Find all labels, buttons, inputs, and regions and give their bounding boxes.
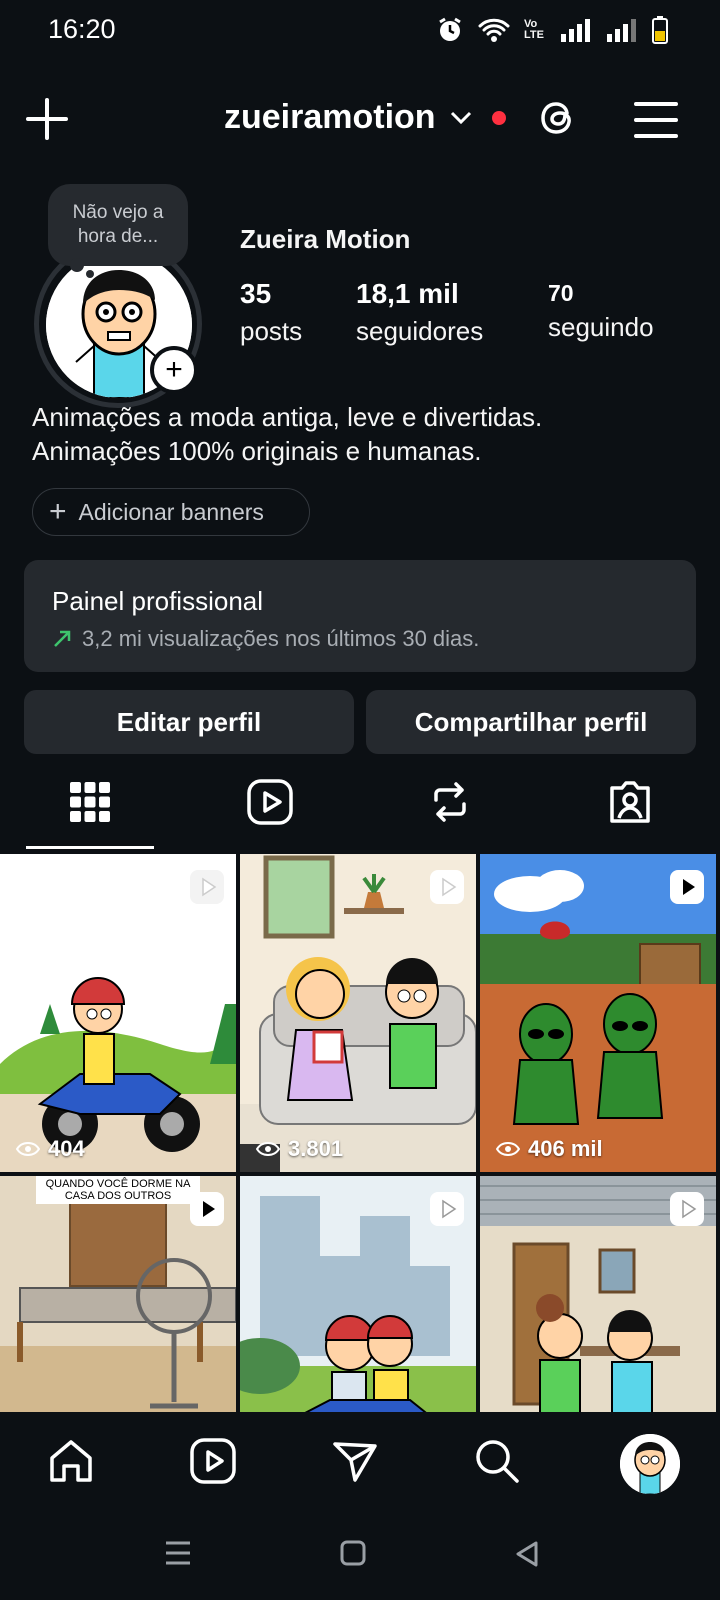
signal-icon bbox=[561, 19, 590, 42]
active-tab-indicator bbox=[26, 846, 154, 849]
view-count: 404 bbox=[16, 1136, 85, 1162]
status-icons: Vo LTE bbox=[436, 16, 668, 44]
posts-label[interactable]: posts bbox=[240, 316, 302, 347]
pro-panel-subtitle: 3,2 mi visualizações nos últimos 30 dias… bbox=[52, 626, 479, 652]
view-count: 406 mil bbox=[496, 1136, 603, 1162]
reel-icon bbox=[670, 1192, 704, 1226]
notification-dot bbox=[491, 110, 506, 125]
view-count: 3.801 bbox=[256, 1136, 343, 1162]
plus-icon: + bbox=[49, 495, 67, 528]
following-count[interactable]: 70 bbox=[548, 280, 574, 307]
signal-icon-2 bbox=[607, 19, 636, 42]
volte-label: Vo LTE bbox=[524, 18, 544, 41]
bio: Animações a moda antiga, leve e divertid… bbox=[32, 400, 542, 468]
create-plus-icon[interactable] bbox=[24, 96, 70, 142]
post-overlay-text: QUANDO VOCÊ DORME NA CASA DOS OUTROS bbox=[45, 1178, 191, 1202]
note-text: Não vejo a hora de... bbox=[72, 202, 164, 247]
eye-icon bbox=[496, 1142, 520, 1156]
note-tail-small bbox=[86, 270, 94, 278]
search-icon[interactable] bbox=[472, 1436, 522, 1486]
bio-line: Animações a moda antiga, leve e divertid… bbox=[32, 402, 543, 432]
back-icon[interactable] bbox=[514, 1540, 540, 1568]
posts-count[interactable]: 35 bbox=[240, 278, 271, 310]
edit-profile-button[interactable]: Editar perfil bbox=[24, 690, 354, 754]
note-bubble[interactable]: Não vejo a hora de... bbox=[48, 184, 188, 266]
reel-icon bbox=[190, 870, 224, 904]
grid-post[interactable]: 406 mil bbox=[480, 854, 716, 1172]
eye-icon bbox=[16, 1142, 40, 1156]
threads-icon[interactable] bbox=[536, 96, 580, 140]
recent-apps-icon[interactable] bbox=[164, 1540, 192, 1566]
trend-up-icon bbox=[54, 630, 71, 647]
chevron-down-icon bbox=[450, 111, 471, 124]
eye-icon bbox=[256, 1142, 280, 1156]
pro-panel-title: Painel profissional bbox=[52, 586, 264, 616]
home-system-icon[interactable] bbox=[340, 1540, 366, 1566]
grid-post[interactable]: 404 bbox=[0, 854, 236, 1172]
username: zueiramotion bbox=[224, 98, 436, 136]
status-time: 16:20 bbox=[48, 14, 116, 44]
pro-panel-subtitle-text: 3,2 mi visualizações nos últimos 30 dias… bbox=[82, 626, 480, 651]
wifi-icon bbox=[478, 18, 510, 42]
profile-nav-avatar[interactable] bbox=[618, 1432, 682, 1496]
followers-count[interactable]: 18,1 mil bbox=[356, 278, 459, 310]
send-icon[interactable] bbox=[330, 1436, 380, 1486]
menu-icon[interactable] bbox=[634, 100, 678, 140]
add-banners-label: Adicionar banners bbox=[78, 498, 264, 525]
reel-icon bbox=[430, 870, 464, 904]
note-tail bbox=[70, 258, 84, 272]
grid-post[interactable]: 3.801 bbox=[240, 854, 476, 1172]
following-label[interactable]: seguindo bbox=[548, 312, 654, 343]
share-profile-button[interactable]: Compartilhar perfil bbox=[366, 690, 696, 754]
followers-label[interactable]: seguidores bbox=[356, 316, 483, 347]
add-banners-button[interactable]: + Adicionar banners bbox=[32, 488, 310, 536]
reel-icon bbox=[670, 870, 704, 904]
reels-icon[interactable] bbox=[246, 778, 294, 826]
account-switcher[interactable]: zueiramotion bbox=[224, 98, 506, 137]
reel-icon bbox=[190, 1192, 224, 1226]
tagged-icon[interactable] bbox=[606, 778, 654, 826]
home-icon[interactable] bbox=[46, 1436, 96, 1486]
bio-line: Animações 100% originais e humanas. bbox=[32, 436, 482, 466]
reposts-icon[interactable] bbox=[426, 778, 474, 826]
alarm-icon bbox=[439, 17, 461, 41]
grid-icon[interactable] bbox=[66, 778, 114, 826]
add-story-button[interactable]: + bbox=[150, 346, 198, 394]
display-name: Zueira Motion bbox=[240, 224, 411, 254]
reel-icon bbox=[430, 1192, 464, 1226]
battery-icon bbox=[652, 16, 668, 44]
reels-nav-icon[interactable] bbox=[188, 1436, 238, 1486]
